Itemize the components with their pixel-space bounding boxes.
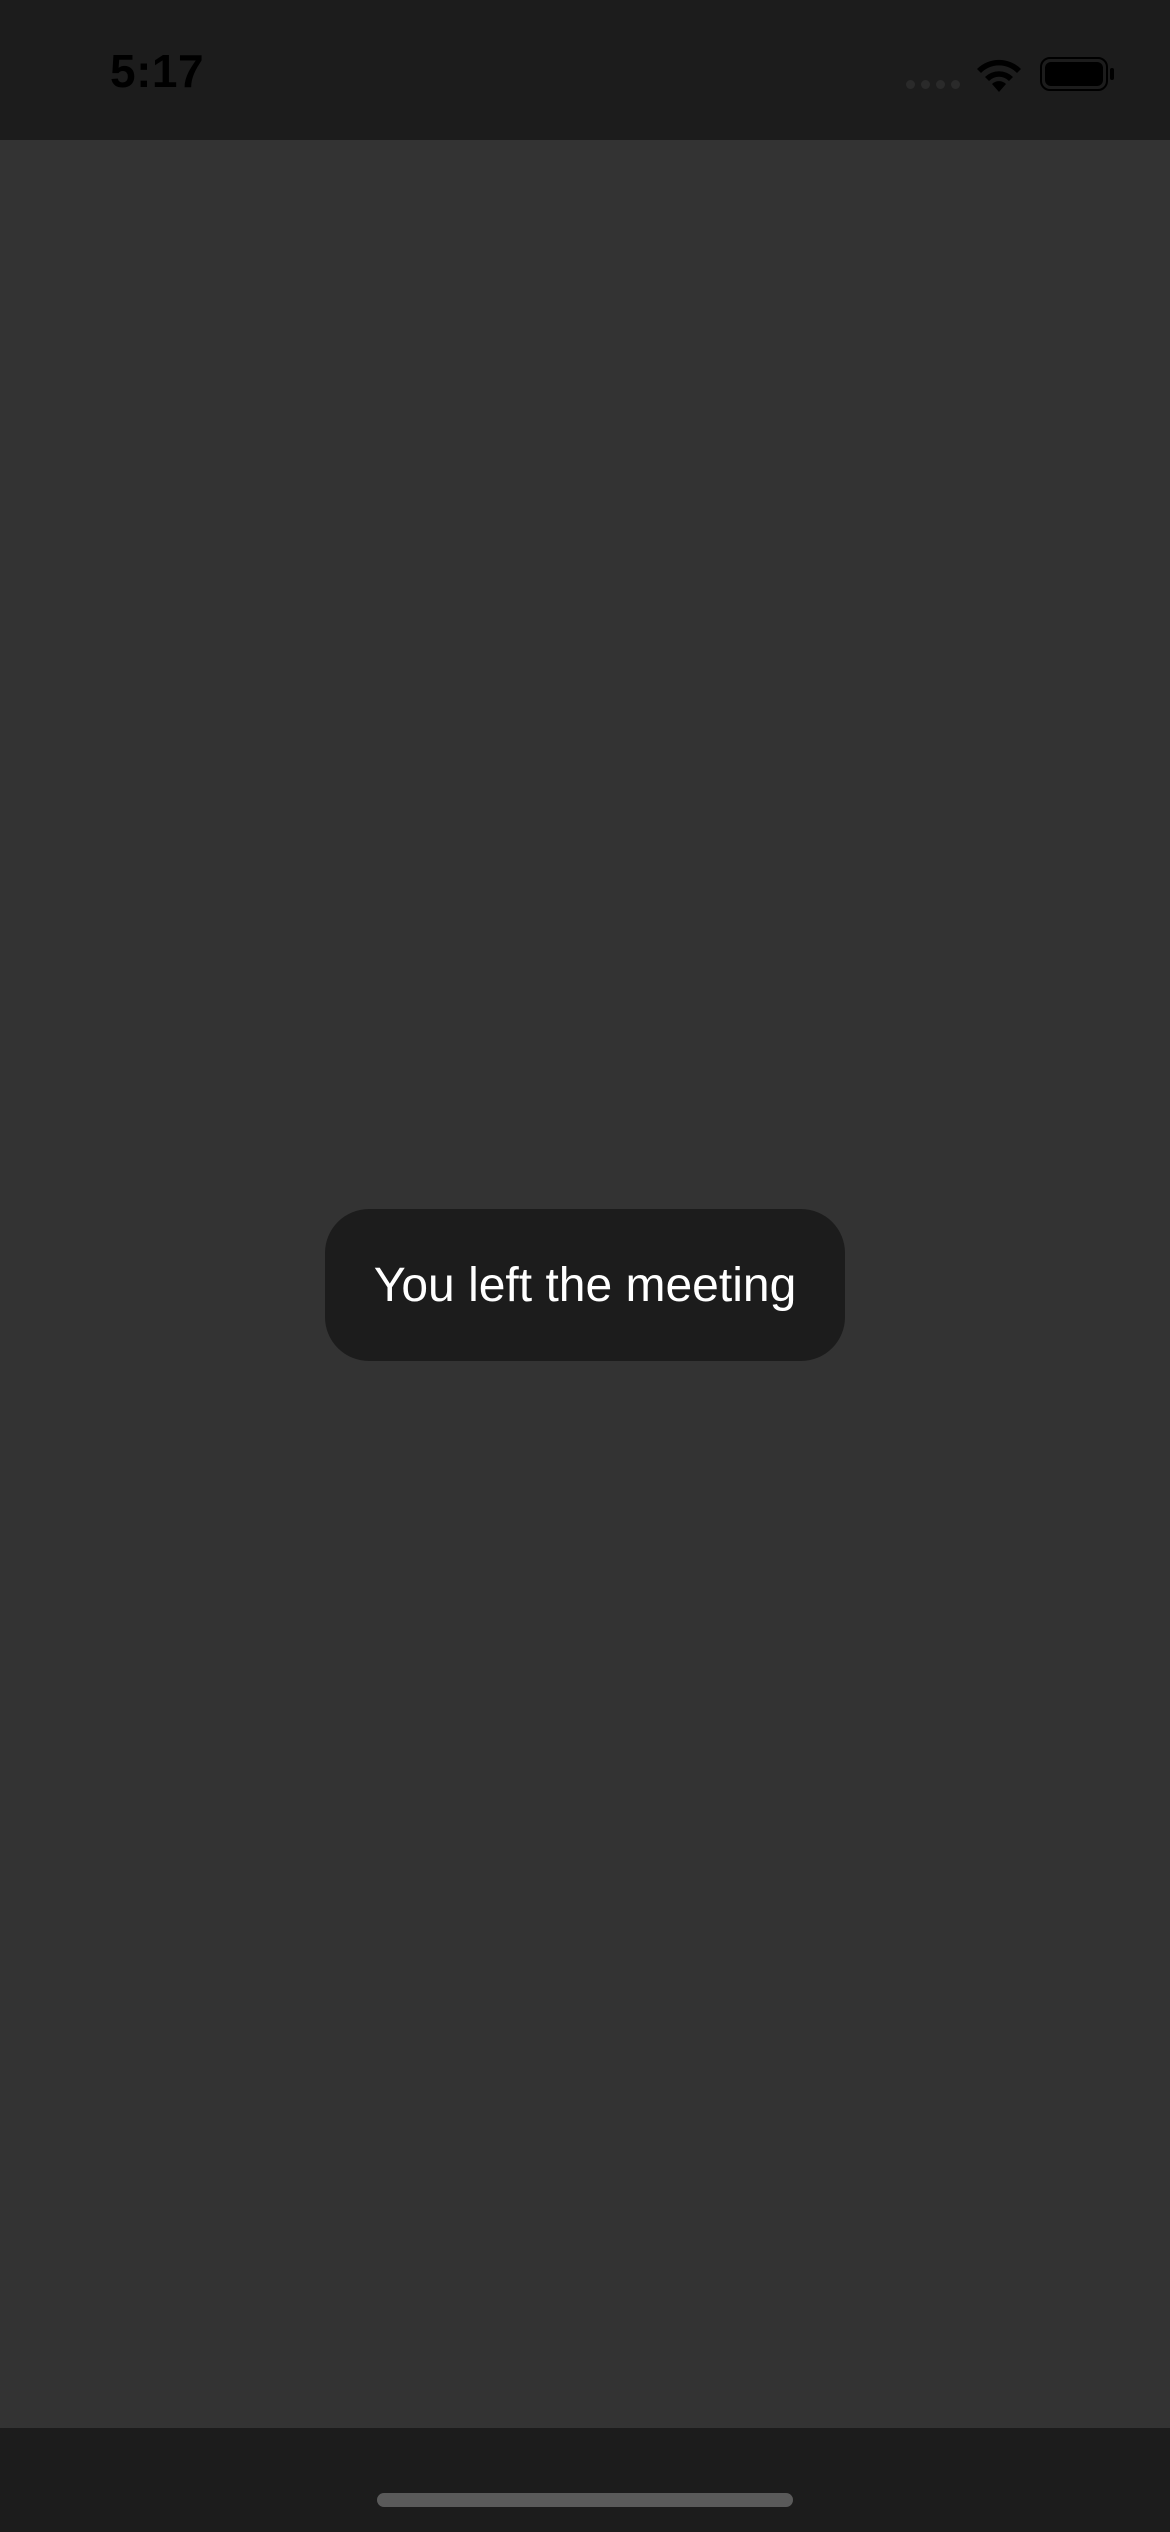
wifi-icon: [977, 59, 1021, 92]
status-bar: 5:17: [0, 0, 1170, 140]
battery-icon: [1040, 57, 1114, 91]
toast-message: You left the meeting: [373, 1258, 797, 1312]
screen: 5:17 You left the meeting: [0, 0, 1170, 2532]
status-time: 5:17: [110, 45, 205, 97]
left-meeting-toast: You left the meeting: [325, 1209, 845, 1361]
bottom-bar: [0, 2428, 1170, 2532]
signal-dots-icon: [906, 80, 962, 90]
home-indicator[interactable]: [377, 2493, 793, 2507]
